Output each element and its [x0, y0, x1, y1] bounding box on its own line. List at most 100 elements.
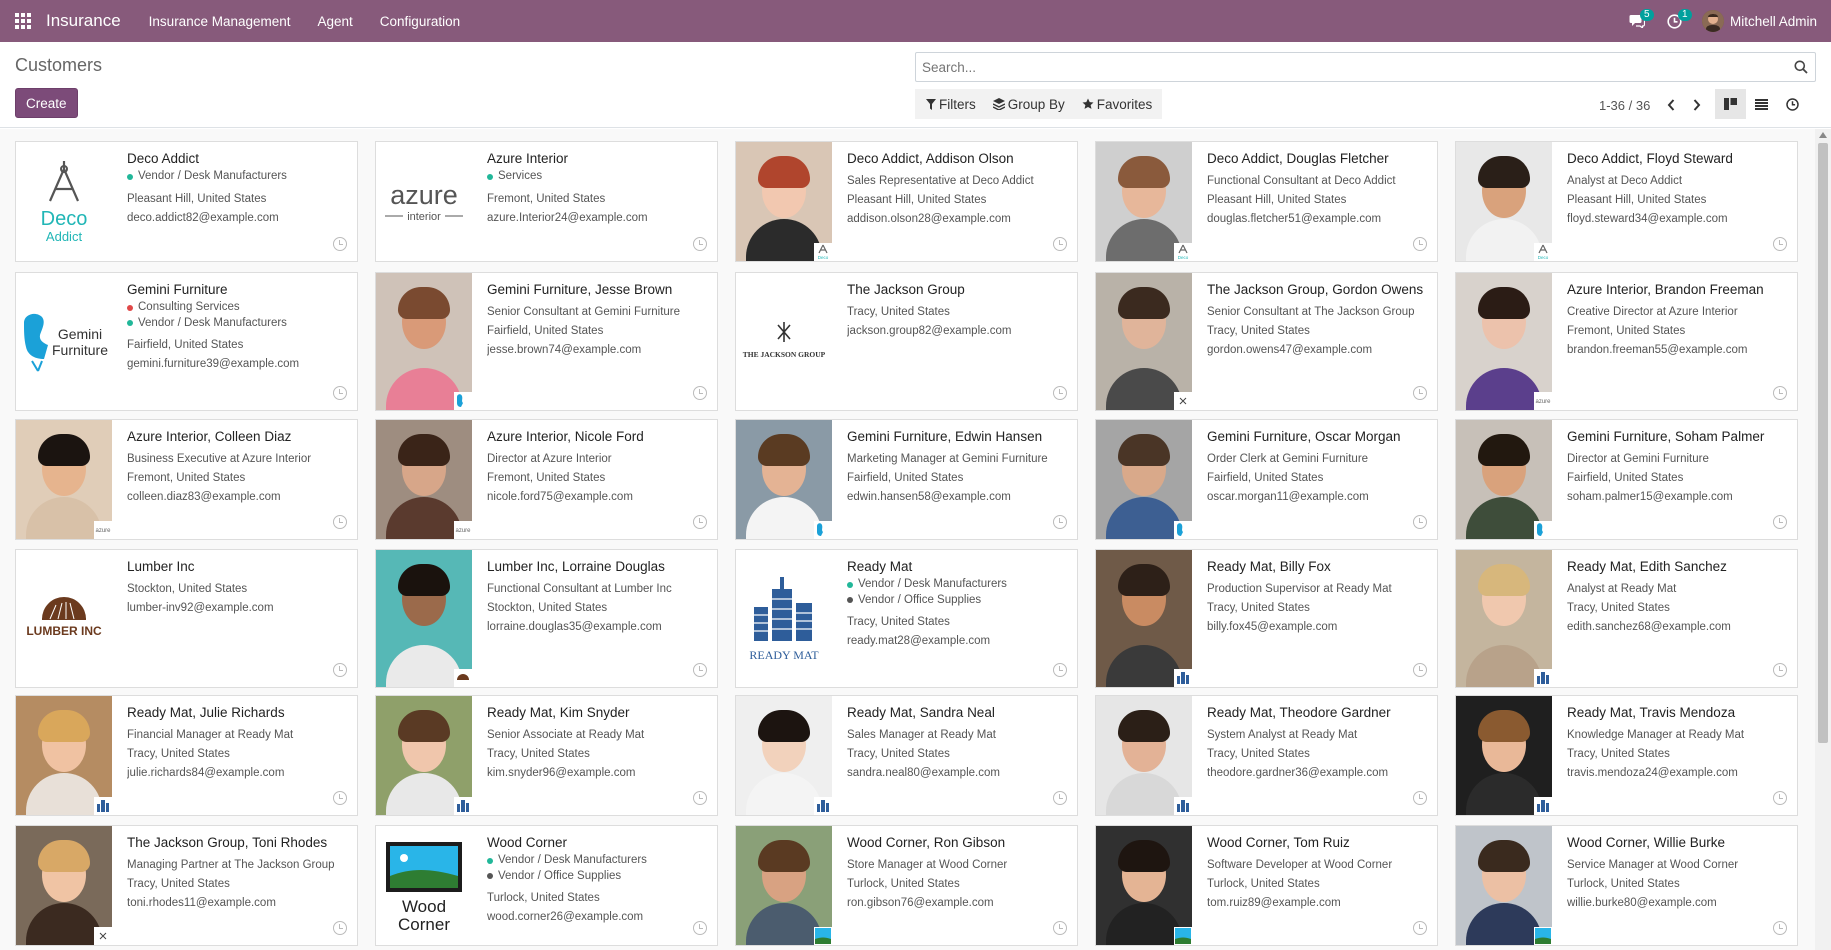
contact-photo — [736, 826, 832, 945]
apps-menu-icon[interactable] — [0, 0, 46, 42]
kanban-card[interactable]: The Jackson Group, Toni Rhodes Managing P… — [15, 825, 358, 946]
kanban-card[interactable]: Ready Mat, Sandra Neal Sales Manager at R… — [735, 695, 1078, 816]
menu-configuration[interactable]: Configuration — [380, 14, 460, 29]
messages-button[interactable]: 5 — [1618, 0, 1656, 42]
card-title: Wood Corner, Willie Burke — [1567, 835, 1726, 850]
card-info-line: Store Manager at Wood Corner — [847, 859, 1008, 871]
kanban-card[interactable]: azure interior Azure Interior Services Fremo… — [375, 141, 718, 262]
activity-clock-icon[interactable] — [333, 386, 347, 400]
kanban-card[interactable]: Wood Corner Wood Corner Vendor / Desk Manuf… — [375, 825, 718, 946]
kanban-card[interactable]: Lumber Inc, Lorraine Douglas Functional C… — [375, 549, 718, 688]
kanban-card[interactable]: Wood Corner, Ron Gibson Store Manager at … — [735, 825, 1078, 946]
contact-photo — [736, 696, 832, 815]
activity-clock-icon[interactable] — [1053, 515, 1067, 529]
list-view-button[interactable] — [1746, 89, 1777, 119]
card-email: colleen.diaz83@example.com — [127, 491, 281, 503]
group-by-button[interactable]: Group By — [984, 89, 1073, 119]
activity-clock-icon[interactable] — [333, 515, 347, 529]
activity-clock-icon[interactable] — [1773, 515, 1787, 529]
kanban-card[interactable]: azure Azure Interior, Colleen Diaz Busines… — [15, 419, 358, 540]
activity-clock-icon[interactable] — [1773, 921, 1787, 935]
kanban-card[interactable]: Gemini Furniture, Jesse Brown Senior Cons… — [375, 272, 718, 411]
card-title: Azure Interior — [487, 151, 569, 166]
activity-clock-icon[interactable] — [693, 791, 707, 805]
kanban-card[interactable]: Deco Addict Deco Addict Vendor / Desk Manuf… — [15, 141, 358, 262]
company-mini-logo — [94, 797, 112, 815]
company-mini-logo: Deco — [1534, 243, 1552, 261]
activity-clock-icon[interactable] — [333, 237, 347, 251]
activity-clock-icon[interactable] — [1413, 663, 1427, 677]
kanban-card[interactable]: Wood Corner, Tom Ruiz Software Developer … — [1095, 825, 1438, 946]
activity-clock-icon[interactable] — [693, 921, 707, 935]
app-brand[interactable]: Insurance — [46, 11, 121, 31]
menu-agent[interactable]: Agent — [318, 14, 353, 29]
search-input[interactable] — [916, 53, 1787, 81]
filters-button[interactable]: Filters — [917, 89, 984, 119]
activity-view-button[interactable] — [1777, 89, 1808, 119]
activity-clock-icon[interactable] — [693, 515, 707, 529]
activities-button[interactable]: 1 — [1656, 0, 1694, 42]
kanban-card[interactable]: Ready Mat, Julie Richards Financial Manag… — [15, 695, 358, 816]
activity-clock-icon[interactable] — [1773, 791, 1787, 805]
company-mini-logo — [1174, 392, 1192, 410]
kanban-card[interactable]: THE JACKSON GROUP The Jackson Group Tracy,… — [735, 272, 1078, 411]
card-title: Ready Mat, Julie Richards — [127, 705, 285, 720]
search-button[interactable] — [1787, 53, 1815, 81]
activity-clock-icon[interactable] — [693, 386, 707, 400]
kanban-card[interactable]: Ready Mat, Edith Sanchez Analyst at Ready… — [1455, 549, 1798, 688]
menu-insurance-management[interactable]: Insurance Management — [149, 14, 291, 29]
kanban-card[interactable]: Gemini Furniture Gemini Furniture Consultin… — [15, 272, 358, 411]
activity-clock-icon[interactable] — [1413, 515, 1427, 529]
kanban-card[interactable]: LUMBER INC Lumber Inc Stockton, United Sta… — [15, 549, 358, 688]
kanban-card[interactable]: READY MAT Ready Mat Vendor / Desk Manufact… — [735, 549, 1078, 688]
kanban-card[interactable]: Deco Deco Addict, Douglas Fletcher Functio… — [1095, 141, 1438, 262]
activity-clock-icon[interactable] — [1773, 663, 1787, 677]
card-info-line: System Analyst at Ready Mat — [1207, 729, 1358, 741]
activity-clock-icon[interactable] — [1053, 791, 1067, 805]
kanban-card[interactable]: Ready Mat, Theodore Gardner System Analys… — [1095, 695, 1438, 816]
activity-clock-icon[interactable] — [333, 921, 347, 935]
card-info-line: Turlock, United States — [847, 878, 960, 890]
kanban-card[interactable]: azure Azure Interior, Nicole Ford Director… — [375, 419, 718, 540]
kanban-card[interactable]: Gemini Furniture, Soham Palmer Director a… — [1455, 419, 1798, 540]
scroll-up-icon[interactable] — [1819, 132, 1827, 138]
pager-value[interactable]: 1-36 / 36 — [1599, 98, 1650, 113]
company-mini-logo: Deco — [814, 243, 832, 261]
scrollbar[interactable] — [1815, 129, 1831, 950]
activity-clock-icon[interactable] — [1053, 921, 1067, 935]
company-mini-logo — [1534, 669, 1552, 687]
pager-next-button[interactable] — [1686, 94, 1708, 116]
kanban-view-button[interactable] — [1715, 89, 1746, 119]
scrollbar-thumb[interactable] — [1818, 143, 1828, 743]
chevron-left-icon — [1667, 99, 1675, 111]
activity-clock-icon[interactable] — [1053, 663, 1067, 677]
kanban-card[interactable]: Gemini Furniture, Oscar Morgan Order Cler… — [1095, 419, 1438, 540]
activity-clock-icon[interactable] — [333, 791, 347, 805]
activity-clock-icon[interactable] — [1413, 791, 1427, 805]
kanban-card[interactable]: Gemini Furniture, Edwin Hansen Marketing … — [735, 419, 1078, 540]
create-button[interactable]: Create — [15, 88, 78, 118]
pager-previous-button[interactable] — [1660, 94, 1682, 116]
activity-clock-icon[interactable] — [1053, 237, 1067, 251]
kanban-card[interactable]: azure Azure Interior, Brandon Freeman Crea… — [1455, 272, 1798, 411]
kanban-card[interactable]: Wood Corner, Willie Burke Service Manager… — [1455, 825, 1798, 946]
card-title: Ready Mat — [847, 559, 913, 574]
activity-clock-icon[interactable] — [1773, 386, 1787, 400]
favorites-button[interactable]: Favorites — [1073, 89, 1161, 119]
svg-text:interior: interior — [407, 211, 441, 223]
activity-clock-icon[interactable] — [693, 237, 707, 251]
activity-clock-icon[interactable] — [333, 663, 347, 677]
activity-clock-icon[interactable] — [1053, 386, 1067, 400]
activity-clock-icon[interactable] — [693, 663, 707, 677]
kanban-card[interactable]: Ready Mat, Billy Fox Production Superviso… — [1095, 549, 1438, 688]
kanban-card[interactable]: Ready Mat, Travis Mendoza Knowledge Manag… — [1455, 695, 1798, 816]
kanban-card[interactable]: Deco Deco Addict, Floyd Steward Analyst at… — [1455, 141, 1798, 262]
kanban-card[interactable]: Deco Deco Addict, Addison Olson Sales Repr… — [735, 141, 1078, 262]
activity-clock-icon[interactable] — [1413, 237, 1427, 251]
activity-clock-icon[interactable] — [1413, 921, 1427, 935]
kanban-card[interactable]: Ready Mat, Kim Snyder Senior Associate at… — [375, 695, 718, 816]
activity-clock-icon[interactable] — [1773, 237, 1787, 251]
kanban-card[interactable]: The Jackson Group, Gordon Owens Senior Co… — [1095, 272, 1438, 411]
activity-clock-icon[interactable] — [1413, 386, 1427, 400]
user-menu[interactable]: Mitchell Admin — [1694, 10, 1831, 32]
